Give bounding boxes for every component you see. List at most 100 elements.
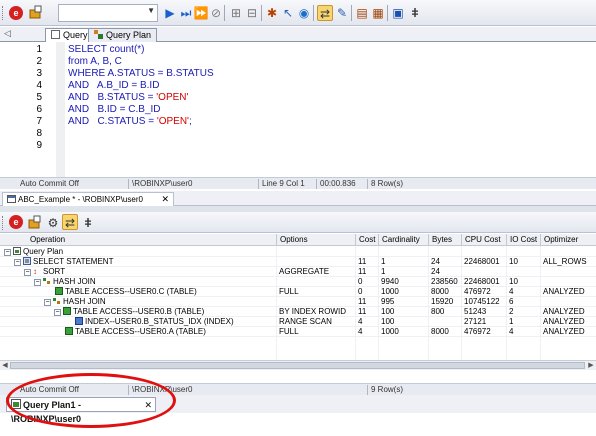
tab-query-plan[interactable]: Query Plan — [88, 28, 158, 42]
plan-cell-optz: ANALYZED — [543, 307, 585, 316]
list-icon[interactable]: ▣ — [390, 5, 406, 21]
column-header-cardinality[interactable]: Cardinality — [378, 234, 420, 246]
code-line[interactable]: AND C.STATUS = 'OPEN'; — [68, 116, 192, 128]
toolbar-separator — [351, 5, 352, 21]
column-header-options[interactable]: Options — [276, 234, 308, 246]
plan-cell-cost: 11 — [358, 297, 367, 306]
close-icon[interactable]: e — [9, 215, 23, 229]
close-icon[interactable]: ✕ — [161, 193, 169, 206]
operation-label: TABLE ACCESS--USER0.B (TABLE) — [73, 307, 205, 316]
plan-operation-cell: INDEX--USER0.B_STATUS_IDX (INDEX) — [64, 317, 234, 327]
tree-expander-icon[interactable]: − — [14, 259, 21, 266]
code-line[interactable]: AND B.ID = C.B_ID — [68, 104, 161, 116]
operation-label: SELECT STATEMENT — [33, 257, 114, 266]
line-number: 9 — [36, 140, 42, 151]
column-header-cost[interactable]: Cost — [355, 234, 375, 246]
plan-operation-cell: − Query Plan — [4, 247, 63, 257]
network-icon[interactable]: ◉ — [296, 5, 312, 21]
plan-cell-cost: 4 — [358, 327, 363, 336]
editor-margin — [56, 42, 65, 177]
edit-icon[interactable] — [27, 215, 43, 231]
plan-cell-cpu: 476972 — [464, 327, 491, 336]
rollback-icon[interactable]: ⊟ — [244, 5, 260, 21]
plan-row[interactable]: − SELECT STATEMENT 11 1 24 22468001 10 ALL_ROWS — [0, 257, 596, 267]
explain-plan-icon[interactable]: ⇄ — [317, 5, 333, 21]
column-header-operation[interactable]: Operation — [27, 234, 65, 246]
plan-cell-card: 100 — [381, 317, 395, 326]
column-header-cpu-cost[interactable]: CPU Cost — [461, 234, 501, 246]
code-line[interactable]: AND B.STATUS = 'OPEN' — [68, 92, 188, 104]
plan-row[interactable]: − HASH JOIN 0 9940 238560 22468001 10 — [0, 277, 596, 287]
play-icon[interactable]: ▶ — [162, 5, 178, 21]
code-line[interactable]: SELECT count(*) — [68, 44, 145, 56]
pen-icon[interactable]: ✎ — [334, 5, 350, 21]
operation-label: TABLE ACCESS--USER0.C (TABLE) — [65, 287, 197, 296]
tree-expander-icon[interactable]: − — [34, 279, 41, 286]
step-icon[interactable]: ⏭ — [178, 5, 194, 21]
scroll-left-icon[interactable]: ◀ — [0, 361, 10, 370]
tab-abc-example[interactable]: ABC_Example * - \ROBINXP\user0 ✕ — [2, 192, 174, 206]
operation-label: HASH JOIN — [53, 277, 96, 286]
tab-query-label: Query — [63, 30, 88, 40]
step-all-icon[interactable]: ⏩ — [193, 5, 209, 21]
plan-row[interactable]: − HASH JOIN 11 995 15920 10745122 6 — [0, 297, 596, 307]
column-header-optimizer[interactable]: Optimizer — [540, 234, 578, 246]
table-node-icon — [55, 287, 63, 295]
commit-icon[interactable]: ⊞ — [228, 5, 244, 21]
code-line[interactable]: from A, B, C — [68, 56, 122, 68]
tree-expander-icon[interactable]: − — [24, 269, 31, 276]
gear-icon[interactable]: ⚙ — [45, 215, 61, 231]
script-icon[interactable]: ▤ — [354, 5, 370, 21]
ab-icon[interactable]: ǂ — [80, 215, 96, 231]
plan-row[interactable]: TABLE ACCESS--USER0.A (TABLE) FULL 4 1000 80… — [0, 327, 596, 337]
horizontal-scrollbar[interactable]: ◀ ▶ — [0, 360, 596, 370]
code-line[interactable]: AND A.B_ID = B.ID — [68, 80, 159, 92]
toolbar-grip[interactable] — [2, 6, 5, 20]
tab-query[interactable]: Query — [45, 28, 94, 43]
code-text: AND B.STATUS = — [68, 92, 157, 103]
tree-expander-icon[interactable]: − — [4, 249, 11, 256]
operation-label: SORT — [43, 267, 66, 276]
operation-label: TABLE ACCESS--USER0.A (TABLE) — [75, 327, 206, 336]
scroll-right-icon[interactable]: ▶ — [586, 361, 596, 370]
plan-row[interactable]: − TABLE ACCESS--USER0.B (TABLE) BY INDEX R… — [0, 307, 596, 317]
plan-cell-optz: ANALYZED — [543, 317, 585, 326]
code-line[interactable]: WHERE A.STATUS = B.STATUS — [68, 68, 214, 80]
code-text: AND C.STATUS = — [68, 116, 157, 127]
row-count: 8 Row(s) — [371, 179, 404, 188]
tab-abc-example-label: ABC_Example * - \ROBINXP\user0 — [18, 195, 143, 204]
plan-row[interactable]: INDEX--USER0.B_STATUS_IDX (INDEX) RANGE S… — [0, 317, 596, 327]
toolbar-grip[interactable] — [2, 216, 5, 230]
highlight-ellipse — [6, 373, 176, 428]
scrollbar-thumb[interactable] — [10, 362, 585, 369]
plan-row[interactable]: − Query Plan — [0, 247, 596, 257]
column-header-io-cost[interactable]: IO Cost — [506, 234, 537, 246]
plan-cell-cost: 0 — [358, 277, 363, 286]
operation-label: INDEX--USER0.B_STATUS_IDX (INDEX) — [85, 317, 234, 326]
tab-scroll-left-icon[interactable]: ◁ — [4, 28, 11, 39]
close-icon[interactable]: e — [9, 6, 23, 20]
join-node-icon — [53, 297, 61, 305]
stop-icon[interactable]: ⊘ — [208, 5, 224, 21]
column-header-bytes[interactable]: Bytes — [428, 234, 452, 246]
plan-row[interactable]: − ↕ SORT AGGREGATE 11 1 24 — [0, 267, 596, 277]
edit-icon[interactable] — [28, 5, 44, 21]
sql-editor[interactable]: 1 SELECT count(*) 2 from A, B, C 3 WHERE A.ST… — [0, 42, 596, 177]
pointer-icon[interactable]: ↖ — [280, 5, 296, 21]
plan-cell-card: 1 — [381, 257, 386, 266]
plan-row[interactable]: TABLE ACCESS--USER0.C (TABLE) FULL 0 1000 80… — [0, 287, 596, 297]
debug-icon[interactable]: ✱ — [264, 5, 280, 21]
query-plan-grid[interactable]: Operation Options Cost Cardinality Bytes… — [0, 234, 596, 371]
line-number: 3 — [36, 68, 42, 79]
explain-plan-icon[interactable]: ⇄ — [62, 214, 78, 230]
plan-cell-bytes: 8000 — [431, 327, 449, 336]
connection-combo[interactable]: ▼ — [58, 4, 158, 22]
report-icon[interactable]: ▦ — [370, 5, 386, 21]
plan-toolbar: e ⚙ ⇄ ǂ — [0, 212, 596, 233]
ab-icon[interactable]: ǂ — [407, 5, 423, 21]
tree-expander-icon[interactable]: − — [44, 299, 51, 306]
document-icon — [7, 195, 16, 203]
line-number: 5 — [36, 92, 42, 103]
tree-expander-icon[interactable]: − — [54, 309, 61, 316]
line-number: 7 — [36, 116, 42, 127]
